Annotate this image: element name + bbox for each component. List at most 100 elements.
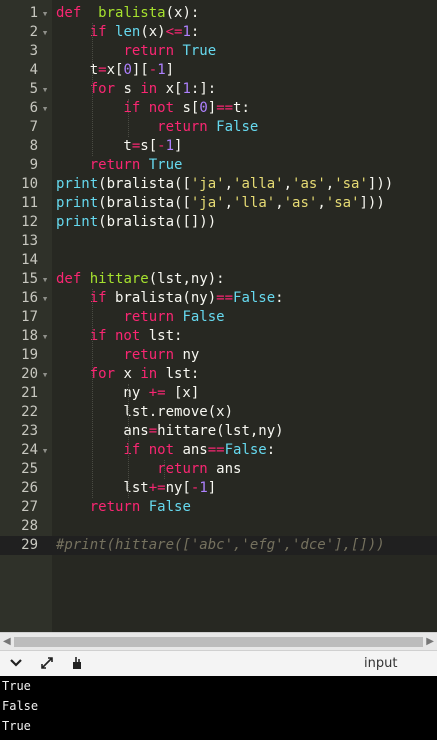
code-text[interactable]: def bralista(x): bbox=[56, 4, 199, 23]
fold-toggle-icon[interactable]: ▾ bbox=[40, 270, 50, 289]
code-token: += bbox=[148, 385, 166, 401]
fold-toggle-icon[interactable]: ▾ bbox=[40, 99, 50, 118]
code-token: , bbox=[224, 176, 234, 192]
code-text[interactable]: if not lst: bbox=[56, 327, 183, 346]
code-text[interactable]: def hittare(lst,ny): bbox=[56, 270, 225, 289]
code-text[interactable]: t=s[-1] bbox=[56, 137, 182, 156]
code-token: , bbox=[275, 195, 284, 211]
code-text[interactable]: return False bbox=[56, 498, 191, 517]
console-output: True False True bbox=[0, 676, 437, 740]
code-line[interactable]: 6 ▾ if not s[0]==t: bbox=[0, 99, 437, 118]
code-line[interactable]: 18 ▾ if not lst: bbox=[0, 327, 437, 346]
code-line[interactable]: 11 print(bralista(['ja','lla','as','sa'])… bbox=[0, 194, 437, 213]
code-text[interactable]: for s in x[1:]: bbox=[56, 80, 216, 99]
code-text[interactable]: print(bralista([])) bbox=[56, 213, 216, 232]
scroll-left-icon[interactable]: ◀ bbox=[3, 636, 11, 647]
code-token: (lst,ny): bbox=[148, 271, 225, 287]
code-line[interactable]: 27 return False bbox=[0, 498, 437, 517]
code-line[interactable]: 9 return True bbox=[0, 156, 437, 175]
fold-toggle-icon[interactable]: ▾ bbox=[40, 80, 50, 99]
code-line[interactable]: 8 t=s[-1] bbox=[0, 137, 437, 156]
code-text[interactable]: return ans bbox=[56, 460, 241, 479]
code-line[interactable]: 13 bbox=[0, 232, 437, 251]
code-token: 'ja' bbox=[190, 195, 225, 211]
code-line[interactable]: 23 ans=hittare(lst,ny) bbox=[0, 422, 437, 441]
code-text[interactable]: if not ans==False: bbox=[56, 441, 275, 460]
code-line[interactable]: 28 bbox=[0, 517, 437, 536]
code-line[interactable]: 1 ▾ def bralista(x): bbox=[0, 4, 437, 23]
chevron-down-icon[interactable] bbox=[7, 656, 25, 672]
code-token: len bbox=[115, 24, 141, 40]
code-line[interactable]: 5 ▾ for s in x[1:]: bbox=[0, 80, 437, 99]
code-line[interactable]: 7 return False bbox=[0, 118, 437, 137]
fold-toggle-icon[interactable]: ▾ bbox=[40, 289, 50, 308]
code-text[interactable]: t=x[0][-1] bbox=[56, 61, 174, 80]
code-editor[interactable]: 1 ▾ def bralista(x): 2 ▾ if len(x)<=1: 3 retu… bbox=[0, 0, 437, 632]
code-text[interactable]: lst.remove(x) bbox=[56, 403, 233, 422]
code-line[interactable]: 20 ▾ for x in lst: bbox=[0, 365, 437, 384]
code-text[interactable]: return False bbox=[56, 308, 225, 327]
code-token: ans bbox=[207, 461, 242, 477]
code-text[interactable]: lst+=ny[-1] bbox=[56, 479, 216, 498]
code-line[interactable]: 15 ▾ def hittare(lst,ny): bbox=[0, 270, 437, 289]
code-text[interactable]: for x in lst: bbox=[56, 365, 200, 384]
code-token: lst: bbox=[157, 366, 200, 382]
fold-toggle-icon[interactable]: ▾ bbox=[40, 23, 50, 42]
code-line[interactable]: 12 print(bralista([])) bbox=[0, 213, 437, 232]
code-text[interactable]: print(bralista(['ja','alla','as','sa'])) bbox=[56, 175, 393, 194]
code-line[interactable]: 26 lst+=ny[-1] bbox=[0, 479, 437, 498]
code-text[interactable]: ans=hittare(lst,ny) bbox=[56, 422, 283, 441]
clear-console-icon[interactable] bbox=[68, 656, 86, 672]
code-token: return bbox=[123, 43, 175, 59]
code-token: False bbox=[182, 309, 225, 325]
code-token: ])) bbox=[367, 176, 394, 192]
code-text[interactable]: #print(hittare(['abc','efg','dce'],[])) bbox=[56, 536, 385, 555]
code-line[interactable]: 10 print(bralista(['ja','alla','as','sa']… bbox=[0, 175, 437, 194]
code-text[interactable]: return False bbox=[56, 118, 258, 137]
code-token: for bbox=[89, 366, 116, 382]
code-line[interactable]: 24 ▾ if not ans==False: bbox=[0, 441, 437, 460]
code-text[interactable]: return True bbox=[56, 156, 183, 175]
fold-toggle-icon[interactable]: ▾ bbox=[40, 441, 50, 460]
code-token: if not bbox=[123, 100, 175, 116]
fold-toggle-icon[interactable]: ▾ bbox=[40, 4, 50, 23]
code-text[interactable]: return True bbox=[56, 42, 216, 61]
code-token: [x] bbox=[165, 385, 200, 401]
scroll-right-icon[interactable]: ▶ bbox=[426, 636, 434, 647]
code-token: #print(hittare(['abc','efg','dce'],[])) bbox=[56, 537, 385, 553]
fold-toggle-icon[interactable]: ▾ bbox=[40, 327, 50, 346]
horizontal-scrollbar[interactable]: ◀ ▶ bbox=[0, 632, 437, 651]
code-text[interactable]: print(bralista(['ja','lla','as','sa'])) bbox=[56, 194, 385, 213]
line-number: 10 bbox=[21, 176, 38, 192]
line-number: 3 bbox=[29, 43, 38, 59]
code-line[interactable]: 4 t=x[0][-1] bbox=[0, 61, 437, 80]
scrollbar-thumb[interactable] bbox=[14, 637, 423, 647]
code-line[interactable]: 19 return ny bbox=[0, 346, 437, 365]
code-line[interactable]: 21 ny += [x] bbox=[0, 384, 437, 403]
code-line[interactable]: 29 #print(hittare(['abc','efg','dce'],[])… bbox=[0, 536, 437, 555]
indent-guide bbox=[164, 460, 165, 479]
fold-toggle-icon[interactable]: ▾ bbox=[40, 365, 50, 384]
code-text[interactable]: if not s[0]==t: bbox=[56, 99, 249, 118]
indent-guide bbox=[92, 23, 93, 156]
code-line[interactable]: 17 return False bbox=[0, 308, 437, 327]
expand-icon[interactable] bbox=[38, 656, 56, 672]
code-line[interactable]: 22 lst.remove(x) bbox=[0, 403, 437, 422]
line-number: 12 bbox=[21, 214, 38, 230]
indent-guide bbox=[128, 99, 129, 137]
code-line[interactable]: 14 bbox=[0, 251, 437, 270]
code-line[interactable]: 2 ▾ if len(x)<=1: bbox=[0, 23, 437, 42]
code-text[interactable]: if bralista(ny)==False: bbox=[56, 289, 284, 308]
code-text[interactable]: return ny bbox=[56, 346, 199, 365]
code-text[interactable]: if len(x)<=1: bbox=[56, 23, 200, 42]
code-token: 'sa' bbox=[325, 195, 360, 211]
code-line[interactable]: 25 return ans bbox=[0, 460, 437, 479]
code-line[interactable]: 3 return True bbox=[0, 42, 437, 61]
line-number: 13 bbox=[21, 233, 38, 249]
code-line[interactable]: 16 ▾ if bralista(ny)==False: bbox=[0, 289, 437, 308]
